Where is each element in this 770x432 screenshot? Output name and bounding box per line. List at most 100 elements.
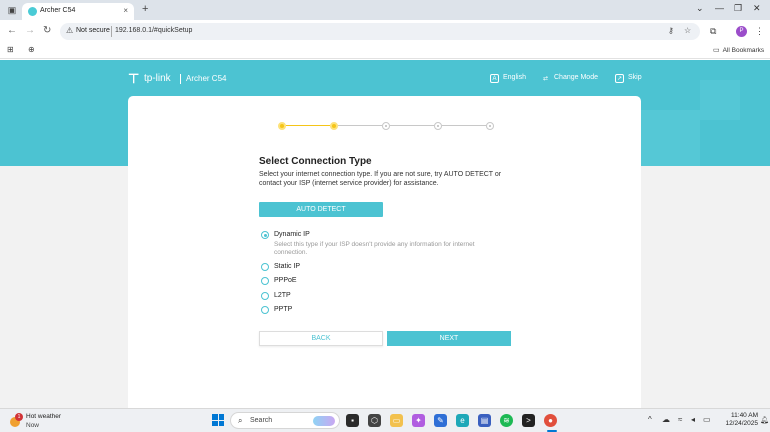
- decor-block: [700, 80, 740, 120]
- skip-button[interactable]: ↗ Skip: [615, 74, 642, 83]
- tray-overflow-chevron-icon[interactable]: ^: [648, 415, 652, 424]
- all-bookmarks-button[interactable]: ▭ All Bookmarks: [713, 46, 764, 54]
- next-button[interactable]: NEXT: [387, 331, 511, 346]
- globe-icon[interactable]: ⊕: [28, 45, 35, 54]
- bookmark-star-icon[interactable]: ☆: [684, 26, 691, 35]
- battery-icon[interactable]: ▭: [703, 415, 711, 424]
- option-label: PPTP: [274, 306, 293, 313]
- step-connector: [390, 125, 434, 126]
- weather-subtitle[interactable]: Now: [26, 422, 39, 429]
- search-icon: ⌕: [238, 416, 243, 425]
- back-button[interactable]: BACK: [259, 331, 383, 346]
- clock-time: 11:40 AM: [731, 412, 758, 419]
- tab-list-chevron-icon[interactable]: ⌄: [696, 3, 704, 14]
- all-bookmarks-label: All Bookmarks: [722, 47, 765, 54]
- file-explorer-icon[interactable]: ▭: [390, 414, 403, 427]
- radio-l2tp[interactable]: [261, 292, 269, 300]
- weather-badge: 1: [15, 413, 23, 421]
- page-description: Select your internet connection type. If…: [259, 171, 502, 187]
- tab-title: Archer C54: [40, 7, 76, 14]
- change-mode-label: Change Mode: [554, 74, 598, 81]
- system-clock[interactable]: 11:40 AM 12/24/2025: [714, 412, 758, 428]
- chrome-icon[interactable]: ●: [544, 414, 557, 427]
- tab-close-icon[interactable]: ×: [123, 6, 128, 15]
- radio-static-ip[interactable]: [261, 263, 269, 271]
- apps-grid-icon[interactable]: ⊞: [7, 45, 14, 54]
- new-tab-button[interactable]: +: [142, 3, 148, 15]
- brand-name: tp-link: [144, 73, 171, 84]
- option-label: L2TP: [274, 292, 291, 299]
- language-label: English: [503, 74, 526, 81]
- bookmarks-bar: ⊞ ⊕ ▭ All Bookmarks: [0, 42, 770, 59]
- menu-kebab-icon[interactable]: ⋮: [755, 26, 764, 37]
- step-connector: [286, 125, 330, 126]
- auto-detect-button[interactable]: AUTO DETECT: [259, 202, 383, 217]
- maximize-button[interactable]: ❐: [734, 3, 742, 14]
- edge-icon[interactable]: e: [456, 414, 469, 427]
- not-secure-warning-icon[interactable]: ⚠: [66, 26, 73, 35]
- terminal-icon[interactable]: >: [522, 414, 535, 427]
- media-app-icon[interactable]: ▪: [346, 414, 359, 427]
- app-hex-icon[interactable]: ⬡: [368, 414, 381, 427]
- page-title: Select Connection Type: [259, 156, 372, 167]
- step-1-dot: [278, 122, 286, 130]
- browser-tab-bar: ▣ Archer C54 × + ⌄ — ❐ ✕: [0, 0, 770, 20]
- url-text[interactable]: 192.168.0.1/#quickSetup: [115, 27, 192, 34]
- model-name: Archer C54: [186, 74, 227, 83]
- skip-label: Skip: [628, 74, 642, 81]
- change-mode-button[interactable]: ⇄ Change Mode: [541, 74, 598, 84]
- step-2-dot: [330, 122, 338, 130]
- step-3-dot: [382, 122, 390, 130]
- radio-pptp[interactable]: [261, 306, 269, 314]
- folder-icon: ▭: [713, 47, 720, 54]
- step-connector: [338, 125, 382, 126]
- back-arrow-icon[interactable]: ←: [7, 25, 17, 36]
- search-placeholder: Search: [250, 417, 273, 424]
- forward-arrow-icon[interactable]: →: [25, 25, 35, 36]
- notification-bell-icon[interactable]: 🔔︎: [760, 416, 769, 424]
- quick-setup-card: Select Connection Type Select your inter…: [128, 96, 641, 408]
- browser-tab[interactable]: Archer C54 ×: [22, 3, 134, 20]
- radio-dynamic-ip[interactable]: [261, 231, 269, 239]
- windows-start-icon[interactable]: [212, 414, 224, 426]
- cloud-icon[interactable]: ☁: [662, 415, 670, 424]
- dynamic-ip-hint: Select this type if your ISP doesn't pro…: [274, 241, 475, 256]
- language-button[interactable]: A English: [490, 74, 526, 83]
- weather-title[interactable]: Hot weather: [26, 413, 61, 420]
- progress-stepper: [278, 121, 494, 131]
- minimize-button[interactable]: —: [715, 3, 724, 13]
- copilot-icon[interactable]: ✦: [412, 414, 425, 427]
- store-app-icon[interactable]: ▤: [478, 414, 491, 427]
- tplink-favicon-icon: [28, 7, 37, 16]
- step-4-dot: [434, 122, 442, 130]
- close-window-button[interactable]: ✕: [753, 3, 761, 14]
- password-key-icon[interactable]: ⚷: [668, 26, 674, 35]
- reload-icon[interactable]: ↻: [43, 25, 51, 36]
- search-highlight-image: [313, 416, 335, 426]
- tab-search-icon[interactable]: ▣: [6, 4, 18, 16]
- option-label: Dynamic IP: [274, 231, 310, 238]
- weather-widget-icon[interactable]: 1: [8, 413, 23, 427]
- decor-block: [640, 110, 700, 166]
- extensions-icon[interactable]: ⧉: [710, 26, 716, 37]
- step-connector: [442, 125, 486, 126]
- taskbar-search[interactable]: ⌕ Search: [230, 412, 340, 429]
- security-label[interactable]: Not secure: [76, 27, 110, 34]
- notes-app-icon[interactable]: ✎: [434, 414, 447, 427]
- address-separator: [111, 26, 112, 37]
- logo-divider: [180, 74, 181, 84]
- language-icon: A: [490, 74, 499, 83]
- radio-pppoe[interactable]: [261, 277, 269, 285]
- skip-icon: ↗: [615, 74, 624, 83]
- address-bar[interactable]: ⚠ Not secure 192.168.0.1/#quickSetup ⚷ ☆: [60, 23, 700, 40]
- spotify-icon[interactable]: ≋: [500, 414, 513, 427]
- clock-date: 12/24/2025: [725, 420, 758, 427]
- wifi-icon[interactable]: ≈: [678, 415, 682, 424]
- option-label: PPPoE: [274, 277, 297, 284]
- profile-avatar[interactable]: P: [736, 26, 747, 37]
- volume-icon[interactable]: ◂: [691, 415, 695, 424]
- tplink-mark-icon: ⊤: [128, 71, 140, 86]
- change-mode-icon: ⇄: [542, 76, 549, 82]
- option-label: Static IP: [274, 263, 301, 270]
- step-5-dot: [486, 122, 494, 130]
